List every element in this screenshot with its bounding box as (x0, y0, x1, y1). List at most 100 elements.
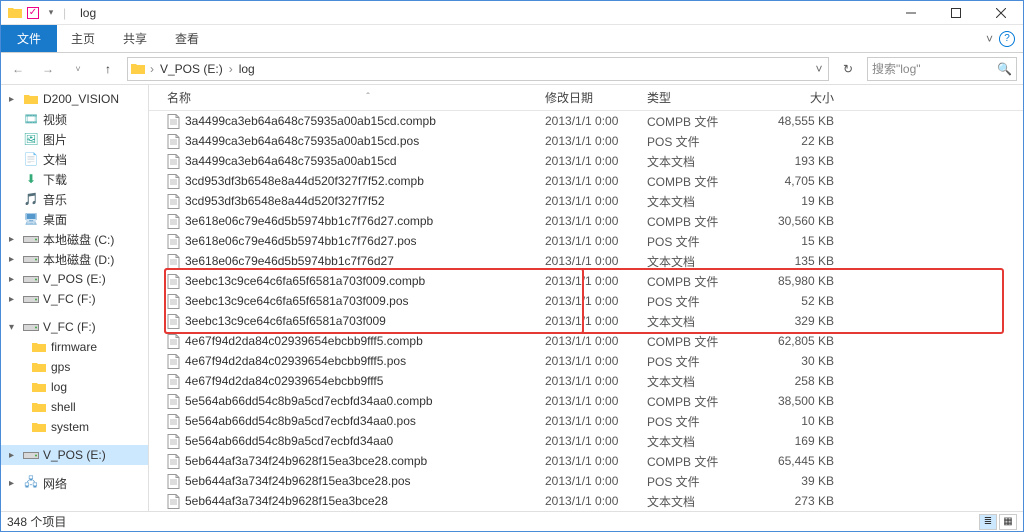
table-row[interactable]: 3a4499ca3eb64a648c75935a00ab15cd.compb20… (149, 111, 1023, 131)
table-row[interactable]: 4e67f94d2da84c02939654ebcbb9fff5.pos2013… (149, 351, 1023, 371)
breadcrumb-sep[interactable]: › (227, 62, 235, 76)
nav-recent-dropdown[interactable]: ˅ (67, 58, 89, 80)
maximize-button[interactable] (933, 1, 978, 25)
table-row[interactable]: 3a4499ca3eb64a648c75935a00ab15cd2013/1/1… (149, 151, 1023, 171)
expander-icon[interactable]: ▸ (9, 254, 19, 265)
expander-icon[interactable]: ▸ (9, 234, 19, 245)
help-icon[interactable]: ? (999, 31, 1015, 47)
icons-view-button[interactable]: ▦ (999, 514, 1017, 530)
table-row[interactable]: 3e618e06c79e46d5b5974bb1c7f76d27.pos2013… (149, 231, 1023, 251)
sidebar-item[interactable]: ▾ V_FC (F:) (1, 317, 148, 337)
sidebar-item[interactable]: log (1, 377, 148, 397)
column-headers: 名称 ˆ 修改日期 类型 大小 (149, 85, 1023, 111)
sidebar-item[interactable]: ▸D200_VISION (1, 89, 148, 109)
ribbon-collapse-icon[interactable]: ˅ (986, 32, 993, 46)
navigation-pane[interactable]: ▸D200_VISION🎞视频🖼图片📄文档⬇下载🎵音乐🖥桌面 ▸ 本地磁盘 (C:)… (1, 85, 149, 511)
file-name: 3eebc13c9ce64c6fa65f6581a703f009 (185, 314, 545, 328)
sidebar-item[interactable]: shell (1, 397, 148, 417)
table-row[interactable]: 5eb644af3a734f24b9628f15ea3bce28.pos2013… (149, 471, 1023, 491)
breadcrumb[interactable]: V_POS (E:) (156, 62, 227, 76)
table-row[interactable]: 5eb644af3a734f24b9628f15ea3bce282013/1/1… (149, 491, 1023, 511)
refresh-button[interactable]: ↻ (837, 62, 859, 76)
sidebar-item[interactable]: 📄文档 (1, 149, 148, 169)
table-row[interactable]: 3eebc13c9ce64c6fa65f6581a703f0092013/1/1… (149, 311, 1023, 331)
sidebar-item[interactable]: ▸ 本地磁盘 (C:) (1, 229, 148, 249)
qat-dropdown-icon[interactable]: ▾ (43, 5, 59, 21)
details-view-button[interactable]: ≣ (979, 514, 997, 530)
sidebar-item[interactable]: gps (1, 357, 148, 377)
table-row[interactable]: 4e67f94d2da84c02939654ebcbb9fff52013/1/1… (149, 371, 1023, 391)
file-type: 文本文档 (647, 373, 757, 390)
drive-icon (23, 231, 39, 247)
file-date: 2013/1/1 0:00 (545, 174, 647, 188)
nav-up-button[interactable]: ↑ (97, 58, 119, 80)
expander-icon[interactable]: ▾ (9, 322, 19, 333)
sidebar-item[interactable]: system (1, 417, 148, 437)
breadcrumb[interactable]: log (235, 62, 259, 76)
expander-icon[interactable]: ▸ (9, 94, 19, 105)
minimize-button[interactable] (888, 1, 933, 25)
folder-icon (31, 339, 47, 355)
column-header-size[interactable]: 大小 (757, 89, 852, 106)
column-header-date[interactable]: 修改日期 (545, 89, 647, 106)
sidebar-item[interactable]: ▸V_POS (E:) (1, 445, 148, 465)
nav-back-button[interactable]: ← (7, 58, 29, 80)
file-name: 5eb644af3a734f24b9628f15ea3bce28 (185, 494, 545, 508)
expander-icon[interactable]: ▸ (9, 450, 19, 461)
ribbon-tab-share[interactable]: 共享 (109, 25, 161, 52)
expander-icon[interactable]: ▸ (9, 478, 19, 489)
sidebar-item[interactable]: ▸本地磁盘 (D:) (1, 249, 148, 269)
table-row[interactable]: 3cd953df3b6548e8a44d520f327f7f52.compb20… (149, 171, 1023, 191)
sidebar-item[interactable]: 🖼图片 (1, 129, 148, 149)
table-row[interactable]: 3eebc13c9ce64c6fa65f6581a703f009.pos2013… (149, 291, 1023, 311)
file-size: 30,560 KB (757, 214, 852, 228)
sidebar-item-label: 本地磁盘 (C:) (43, 231, 114, 248)
close-button[interactable] (978, 1, 1023, 25)
table-row[interactable]: 3eebc13c9ce64c6fa65f6581a703f009.compb20… (149, 271, 1023, 291)
sidebar-item[interactable]: 🎞视频 (1, 109, 148, 129)
table-row[interactable]: 4e67f94d2da84c02939654ebcbb9fff5.compb20… (149, 331, 1023, 351)
ribbon-tab-home[interactable]: 主页 (57, 25, 109, 52)
ribbon-tab-view[interactable]: 查看 (161, 25, 213, 52)
quick-access-toolbar: ✓ ▾ | (1, 5, 72, 21)
file-icon (167, 114, 185, 129)
checkbox-icon[interactable]: ✓ (27, 7, 39, 19)
table-row[interactable]: 5e564ab66dd54c8b9a5cd7ecbfd34aa0.compb20… (149, 391, 1023, 411)
search-input[interactable]: 搜索"log" 🔍 (867, 57, 1017, 81)
sidebar-item-label: 桌面 (43, 211, 67, 228)
column-header-name[interactable]: 名称 ˆ (167, 89, 545, 106)
file-type: POS 文件 (647, 233, 757, 250)
expander-icon[interactable]: ▸ (9, 294, 19, 305)
sidebar-item[interactable]: ▸🖧网络 (1, 473, 148, 493)
table-row[interactable]: 3a4499ca3eb64a648c75935a00ab15cd.pos2013… (149, 131, 1023, 151)
nav-forward-button[interactable]: → (37, 58, 59, 80)
address-dropdown-icon[interactable]: ˅ (810, 62, 828, 76)
file-name: 4e67f94d2da84c02939654ebcbb9fff5.pos (185, 354, 545, 368)
table-row[interactable]: 5eb644af3a734f24b9628f15ea3bce28.compb20… (149, 451, 1023, 471)
file-icon (167, 354, 185, 369)
sidebar-item[interactable]: 🎵音乐 (1, 189, 148, 209)
table-row[interactable]: 3e618e06c79e46d5b5974bb1c7f76d272013/1/1… (149, 251, 1023, 271)
sidebar-item[interactable]: 🖥桌面 (1, 209, 148, 229)
sidebar-item-label: V_FC (F:) (43, 320, 96, 334)
ribbon-file-tab[interactable]: 文件 (1, 25, 57, 52)
breadcrumb-sep[interactable]: › (148, 62, 156, 76)
file-icon (167, 494, 185, 509)
sidebar-item[interactable]: ▸V_FC (F:) (1, 289, 148, 309)
sidebar-item[interactable]: firmware (1, 337, 148, 357)
file-size: 38,500 KB (757, 394, 852, 408)
address-bar[interactable]: › V_POS (E:) › log ˅ (127, 57, 829, 81)
sidebar-item[interactable]: ▸V_POS (E:) (1, 269, 148, 289)
table-row[interactable]: 5e564ab66dd54c8b9a5cd7ecbfd34aa0.pos2013… (149, 411, 1023, 431)
file-icon (167, 274, 185, 289)
file-date: 2013/1/1 0:00 (545, 194, 647, 208)
expander-icon[interactable]: ▸ (9, 274, 19, 285)
file-name: 5eb644af3a734f24b9628f15ea3bce28.compb (185, 454, 545, 468)
sidebar-item[interactable]: ⬇下载 (1, 169, 148, 189)
table-row[interactable]: 3e618e06c79e46d5b5974bb1c7f76d27.compb20… (149, 211, 1023, 231)
table-row[interactable]: 5e564ab66dd54c8b9a5cd7ecbfd34aa02013/1/1… (149, 431, 1023, 451)
column-header-type[interactable]: 类型 (647, 89, 757, 106)
file-list[interactable]: 3a4499ca3eb64a648c75935a00ab15cd.compb20… (149, 111, 1023, 511)
table-row[interactable]: 3cd953df3b6548e8a44d520f327f7f522013/1/1… (149, 191, 1023, 211)
music-icon: 🎵 (23, 191, 39, 207)
